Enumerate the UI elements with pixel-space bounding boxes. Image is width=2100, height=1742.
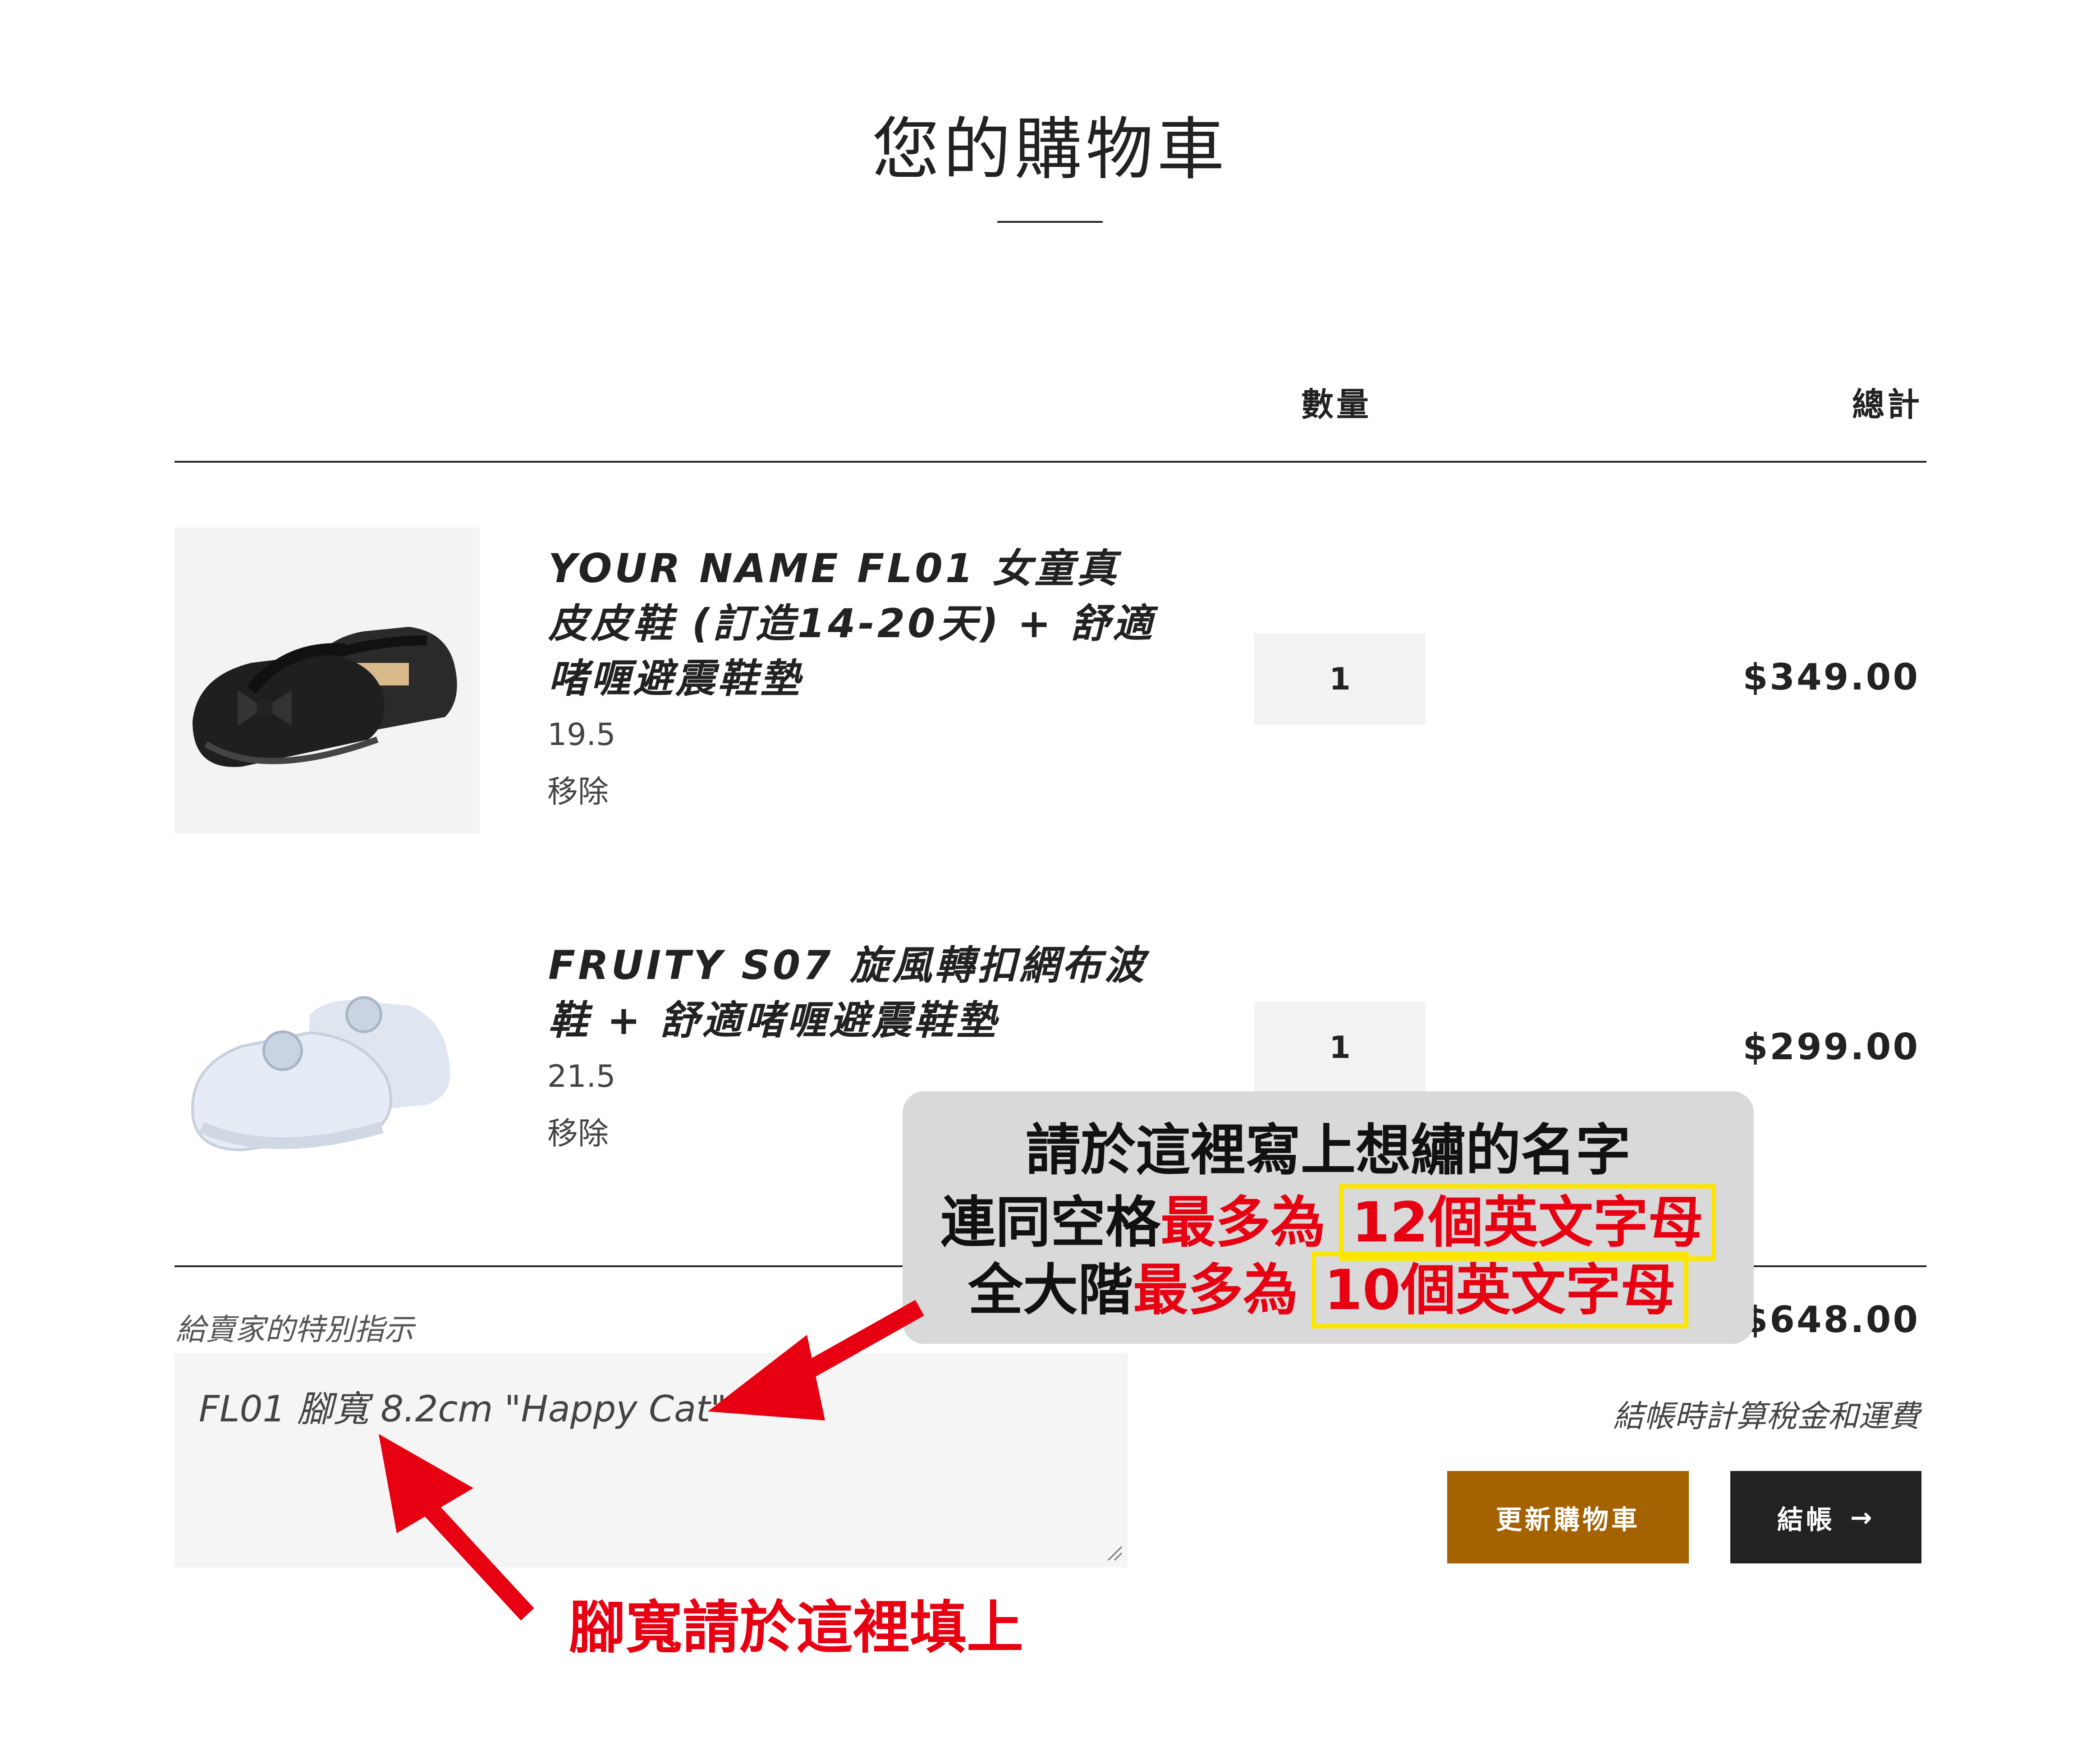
annotation-arrows <box>379 1300 924 1621</box>
foot-width-annotation: 腳寬請於這裡填上 <box>569 1595 1023 1661</box>
arrow-to-note-icon <box>708 1300 924 1420</box>
arrow-up-to-note-icon <box>379 1434 534 1621</box>
